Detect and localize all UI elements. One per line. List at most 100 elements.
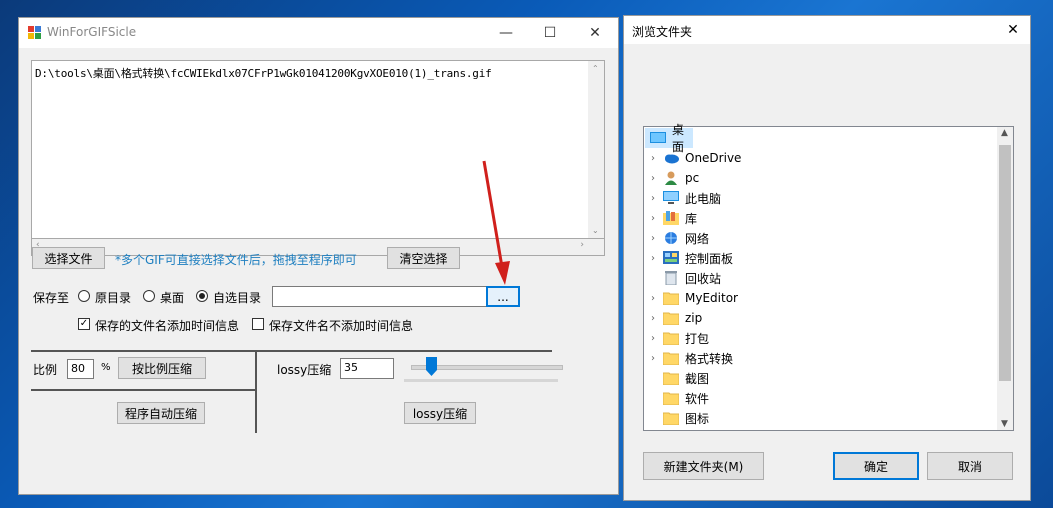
tree-item[interactable]: › 库 xyxy=(644,208,984,228)
ok-button[interactable]: 确定 xyxy=(833,452,919,480)
auto-compress-button[interactable]: 程序自动压缩 xyxy=(117,402,205,424)
tree-item-label: MyEditor xyxy=(685,291,738,305)
clear-selection-button[interactable]: 清空选择 xyxy=(387,247,460,269)
lossy-compress-button[interactable]: lossy压缩 xyxy=(404,402,476,424)
radio-original-dir[interactable] xyxy=(78,290,90,302)
add-time-label[interactable]: 保存的文件名添加时间信息 xyxy=(95,317,239,334)
computer-icon xyxy=(663,191,679,205)
custom-dir-input[interactable] xyxy=(272,286,487,307)
folder-icon xyxy=(662,311,680,326)
folder-tree[interactable]: ▲ ▼ 桌面 › OneDrive › pc › 此电脑 › 库 › 网络 › 控制面板 回收站 › MyEd… xyxy=(643,123,1014,431)
radio-custom-dir-label[interactable]: 自选目录 xyxy=(213,289,261,306)
drag-hint-text: *多个GIF可直接选择文件后，拖拽至程序即可 xyxy=(115,253,357,267)
close-button[interactable]: ✕ xyxy=(572,18,618,48)
ratio-compress-button[interactable]: 按比例压缩 xyxy=(118,357,206,379)
tree-item[interactable]: › 控制面板 xyxy=(644,248,984,268)
tree-item[interactable]: 桌面 xyxy=(645,123,693,154)
window-title: WinForGIFSicle xyxy=(47,25,137,39)
tree-item[interactable]: › 格式转换 xyxy=(644,348,984,368)
no-time-checkbox[interactable] xyxy=(252,318,264,330)
tree-item[interactable]: › OneDrive xyxy=(644,148,984,168)
browse-folder-dialog: 浏览文件夹 ✕ ▲ ▼ 桌面 › OneDrive › pc › 此电脑 › 库 › 网络 › 控制面板… xyxy=(623,15,1031,501)
divider-top xyxy=(31,350,552,352)
tree-item-label: 截图 xyxy=(685,371,710,386)
tree-item-label: 控制面板 xyxy=(685,251,734,266)
scroll-down-icon[interactable]: ⌄ xyxy=(592,226,599,235)
title-bar[interactable]: WinForGIFSicle — ☐ ✕ xyxy=(19,18,618,48)
chevron-right-icon[interactable]: › xyxy=(648,293,658,304)
lossy-input[interactable]: 35 xyxy=(340,358,394,379)
scroll-right-icon[interactable]: › xyxy=(580,240,584,250)
tree-item-label: 打包 xyxy=(685,331,710,346)
file-path-text: D:\tools\桌面\格式转换\fcCWIEkdlx07CFrP1wGk010… xyxy=(35,67,492,80)
scroll-up-icon[interactable]: ⌃ xyxy=(592,64,599,73)
tree-item-label: OneDrive xyxy=(685,151,742,165)
no-time-label[interactable]: 保存文件名不添加时间信息 xyxy=(269,317,413,334)
lossy-label: lossy压缩 xyxy=(277,363,332,377)
save-to-label: 保存至 xyxy=(33,291,70,305)
chevron-right-icon[interactable]: › xyxy=(648,313,658,324)
divider-ratio xyxy=(31,389,256,391)
radio-desktop-label[interactable]: 桌面 xyxy=(160,289,184,306)
radio-desktop[interactable] xyxy=(143,290,155,302)
slider-thumb[interactable] xyxy=(426,357,437,376)
add-time-checkbox[interactable]: ✓ xyxy=(78,318,90,330)
cancel-button[interactable]: 取消 xyxy=(927,452,1013,480)
tree-scroll-down-icon[interactable]: ▼ xyxy=(1001,419,1008,429)
tree-item[interactable]: 回收站 xyxy=(644,268,984,288)
tree-item[interactable]: › 打包 xyxy=(644,328,984,348)
chevron-right-icon[interactable]: › xyxy=(648,253,658,264)
chevron-right-icon[interactable]: › xyxy=(648,233,658,244)
chevron-right-icon[interactable]: › xyxy=(648,193,658,204)
tree-scrollbar[interactable]: ▲ ▼ xyxy=(997,127,1013,430)
tree-item-label: 格式转换 xyxy=(685,351,734,366)
chevron-right-icon[interactable]: › xyxy=(648,353,658,364)
tree-item[interactable]: 软件 xyxy=(644,388,984,408)
chevron-right-icon[interactable]: › xyxy=(648,213,658,224)
tree-item[interactable]: › MyEditor xyxy=(644,288,984,308)
tree-item-label: zip xyxy=(685,311,703,325)
tree-item[interactable]: › 此电脑 xyxy=(644,188,984,208)
tree-item[interactable]: 图标 xyxy=(644,408,984,428)
app-icon xyxy=(28,26,41,39)
tree-item-label: 此电脑 xyxy=(685,191,722,206)
library-icon xyxy=(663,211,679,225)
radio-original-dir-label[interactable]: 原目录 xyxy=(95,289,131,306)
tree-item-label: 图标 xyxy=(685,411,710,426)
tree-item[interactable]: › zip xyxy=(644,308,984,328)
control-panel-icon xyxy=(663,251,679,265)
chevron-right-icon[interactable]: › xyxy=(648,333,658,344)
folder-icon xyxy=(662,331,680,346)
radio-custom-dir[interactable] xyxy=(196,290,208,302)
recycle-bin-icon xyxy=(663,271,679,286)
main-window: WinForGIFSicle — ☐ ✕ D:\tools\桌面\格式转换\fc… xyxy=(18,17,619,495)
dialog-close-button[interactable]: ✕ xyxy=(996,16,1030,44)
tree-item-label: pc xyxy=(685,171,700,185)
chevron-right-icon[interactable]: › xyxy=(648,173,658,184)
tree-item[interactable]: › pc xyxy=(644,168,984,188)
vertical-scrollbar[interactable]: ⌃ ⌄ xyxy=(588,61,604,238)
slider-tick-bar xyxy=(404,379,558,382)
dialog-title-bar[interactable]: 浏览文件夹 ✕ xyxy=(624,16,1030,44)
select-file-button[interactable]: 选择文件 xyxy=(32,247,105,269)
maximize-button[interactable]: ☐ xyxy=(527,18,573,48)
desktop-icon xyxy=(650,131,666,145)
folder-icon xyxy=(662,411,680,426)
tree-scroll-thumb[interactable] xyxy=(999,145,1011,381)
dialog-title: 浏览文件夹 xyxy=(632,25,693,39)
tree-item[interactable]: 截图 xyxy=(644,368,984,388)
lossy-slider[interactable] xyxy=(404,357,563,387)
network-icon xyxy=(663,231,679,245)
chevron-right-icon[interactable]: › xyxy=(648,153,658,164)
new-folder-button[interactable]: 新建文件夹(M) xyxy=(643,452,764,480)
tree-item-label: 回收站 xyxy=(685,271,722,286)
user-icon xyxy=(663,171,679,185)
folder-icon xyxy=(662,291,680,306)
tree-item[interactable]: › 网络 xyxy=(644,228,984,248)
minimize-button[interactable]: — xyxy=(483,18,529,48)
tree-item-label: 库 xyxy=(685,211,698,226)
ratio-input[interactable]: 80 xyxy=(67,359,94,379)
ratio-label: 比例 xyxy=(33,363,58,377)
folder-icon xyxy=(662,371,680,386)
tree-scroll-up-icon[interactable]: ▲ xyxy=(1001,128,1008,138)
